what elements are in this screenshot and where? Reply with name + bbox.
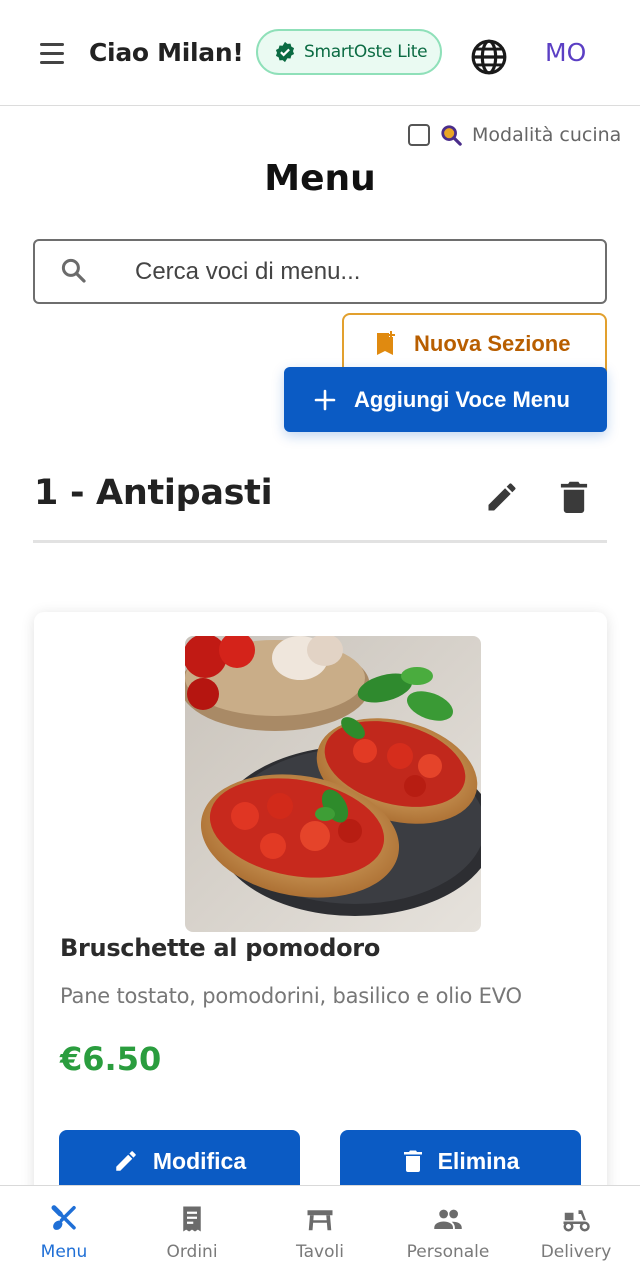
nav-item-ordini[interactable]: Ordini [128, 1186, 256, 1276]
hamburger-menu-icon[interactable] [36, 38, 68, 68]
plan-badge: SmartOste Lite [256, 29, 442, 75]
globe-icon[interactable] [470, 38, 508, 76]
trash-icon [403, 1150, 422, 1172]
kitchen-search-icon [441, 125, 462, 146]
section-title: 1 - Antipasti [34, 473, 273, 513]
bookmark-add-icon [377, 331, 395, 355]
plan-badge-label: SmartOste Lite [304, 42, 428, 62]
nav-item-tavoli[interactable]: Tavoli [256, 1186, 384, 1276]
receipt-icon [183, 1206, 201, 1232]
search-input[interactable] [135, 241, 595, 302]
top-bar: Ciao Milan! SmartOste Lite MO [0, 0, 640, 106]
page-title: Menu [264, 158, 376, 199]
add-menu-item-label: Aggiungi Voce Menu [354, 386, 570, 412]
nav-item-menu[interactable]: Menu [0, 1186, 128, 1276]
nav-item-label: Menu [40, 1242, 88, 1262]
verified-badge-icon [275, 41, 295, 63]
greeting-text: Ciao Milan! [89, 38, 244, 67]
pencil-icon [116, 1151, 136, 1171]
people-icon [434, 1209, 462, 1229]
menu-item-name: Bruschette al pomodoro [60, 934, 381, 962]
new-section-label: Nuova Sezione [414, 331, 571, 356]
kitchen-mode-label: Modalità cucina [472, 124, 622, 146]
edit-section-icon[interactable] [484, 479, 520, 515]
nav-item-label: Ordini [166, 1242, 218, 1262]
plus-icon [314, 389, 336, 410]
delete-section-icon[interactable] [558, 479, 590, 515]
search-icon [61, 258, 86, 283]
table-icon [307, 1210, 333, 1231]
menu-item-card: Bruschette al pomodoro Pane tostato, pom… [34, 612, 607, 1232]
kitchen-mode-toggle[interactable]: Modalità cucina [408, 124, 621, 146]
nav-item-personale[interactable]: Personale [384, 1186, 512, 1276]
nav-item-label: Personale [406, 1242, 490, 1262]
search-box [33, 239, 607, 304]
user-avatar[interactable]: MO [545, 38, 586, 67]
kitchen-mode-checkbox[interactable] [408, 124, 430, 146]
add-menu-item-button[interactable]: Aggiungi Voce Menu [284, 367, 607, 432]
menu-item-description: Pane tostato, pomodorini, basilico e oli… [60, 984, 522, 1008]
edit-item-label: Modifica [152, 1148, 247, 1174]
section-divider [33, 540, 607, 543]
cutlery-icon [51, 1205, 76, 1230]
bottom-navigation: Menu Ordini Tavoli Personale Delivery [0, 1185, 640, 1276]
delete-item-label: Elimina [437, 1148, 520, 1174]
menu-item-image [185, 636, 481, 932]
scooter-icon [563, 1210, 590, 1232]
nav-item-label: Delivery [540, 1242, 612, 1262]
nav-item-delivery[interactable]: Delivery [512, 1186, 640, 1276]
nav-item-label: Tavoli [296, 1242, 344, 1262]
menu-item-price: €6.50 [60, 1040, 162, 1078]
